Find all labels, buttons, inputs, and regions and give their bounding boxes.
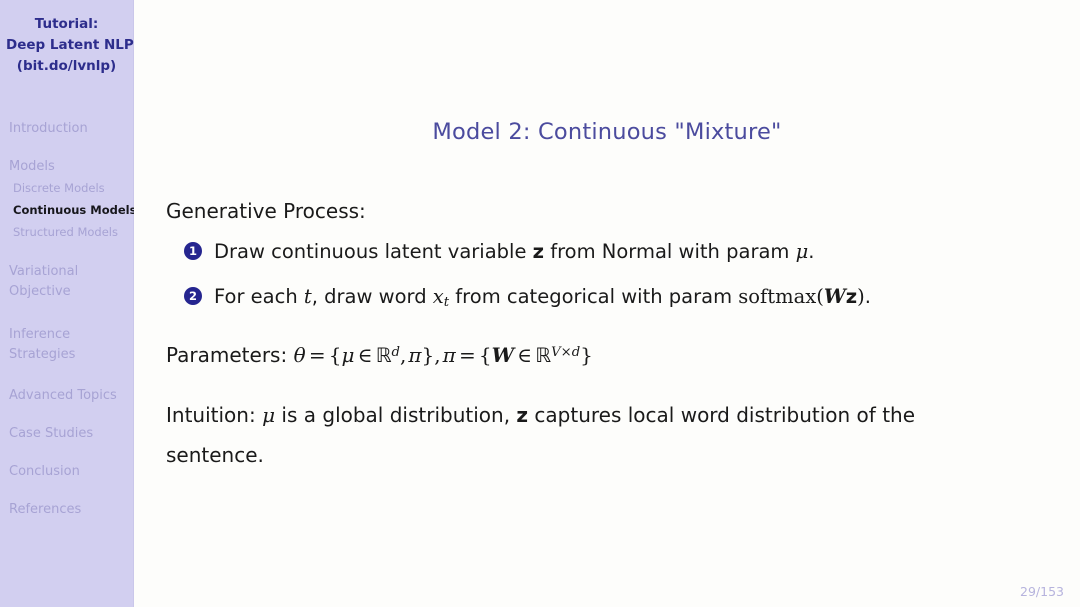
sidebar-item-introduction[interactable]: Introduction (9, 121, 133, 136)
sidebar-title: Tutorial: Deep Latent NLP (bit.do/lvnlp) (0, 0, 134, 77)
sidebar-item-inference-strategies[interactable]: Inference Strategies (9, 325, 133, 365)
slide-title: Model 2: Continuous "Mixture" (432, 119, 782, 145)
list-item-text: For each t, draw word xt from categorica… (214, 285, 871, 310)
sidebar-item-references[interactable]: References (9, 502, 133, 517)
sidebar: Tutorial: Deep Latent NLP (bit.do/lvnlp)… (0, 0, 136, 607)
sidebar-item-advanced-topics[interactable]: Advanced Topics (9, 388, 133, 403)
sidebar-item-case-studies[interactable]: Case Studies (9, 426, 133, 441)
sidebar-item-variational-objective[interactable]: Variational Objective (9, 262, 133, 302)
page-number: 29/153 (1020, 584, 1064, 599)
intuition-line: Intuition: μ is a global distribution, z… (166, 395, 1006, 475)
sidebar-subgroup-models: Discrete Models Continuous Models Struct… (9, 181, 136, 240)
sidebar-item-conclusion[interactable]: Conclusion (9, 464, 133, 479)
parameters-math: θ = {μ ∈ ℝd, π}, π = {W ∈ ℝV×d} (293, 342, 593, 367)
sidebar-item-models[interactable]: Models (9, 159, 133, 174)
parameters-label: Parameters: (166, 342, 288, 367)
sidebar-item-variational-objective-line-1: Variational (9, 264, 79, 279)
intuition-text: μ is a global distribution, z captures l… (166, 402, 916, 467)
generative-process-label: Generative Process: (166, 199, 366, 223)
sidebar-item-discrete-models[interactable]: Discrete Models (13, 181, 133, 196)
list-item-text: Draw continuous latent variable z from N… (214, 240, 815, 263)
intuition-label: Intuition: (166, 402, 256, 427)
list-item: 1 Draw continuous latent variable z from… (184, 238, 1040, 266)
slide: Tutorial: Deep Latent NLP (bit.do/lvnlp)… (0, 0, 1080, 607)
sidebar-item-inference-strategies-line-1: Inference (9, 327, 71, 342)
sidebar-item-inference-strategies-line-2: Strategies (9, 347, 76, 362)
sidebar-item-structured-models[interactable]: Structured Models (13, 225, 133, 240)
slide-main: Model 2: Continuous "Mixture" Generative… (134, 0, 1080, 607)
generative-process-list: 1 Draw continuous latent variable z from… (184, 238, 1040, 317)
parameters-line: Parameters: θ = {μ ∈ ℝd, π}, π = {W ∈ ℝV×d} (166, 339, 1040, 369)
sidebar-nav: Introduction Models Discrete Models Cont… (0, 121, 136, 517)
enumerate-marker-2: 2 (184, 287, 202, 305)
enumerate-marker-1: 1 (184, 242, 202, 260)
sidebar-item-continuous-models[interactable]: Continuous Models (13, 203, 136, 218)
sidebar-title-line-3: (bit.do/lvnlp) (16, 58, 117, 74)
sidebar-item-variational-objective-line-2: Objective (9, 284, 71, 299)
slide-body: Generative Process: 1 Draw continuous la… (166, 198, 1040, 475)
sidebar-title-line-2: Deep Latent NLP (6, 37, 134, 53)
sidebar-title-line-1: Tutorial: (34, 16, 99, 32)
list-item: 2 For each t, draw word xt from categori… (184, 283, 1040, 317)
